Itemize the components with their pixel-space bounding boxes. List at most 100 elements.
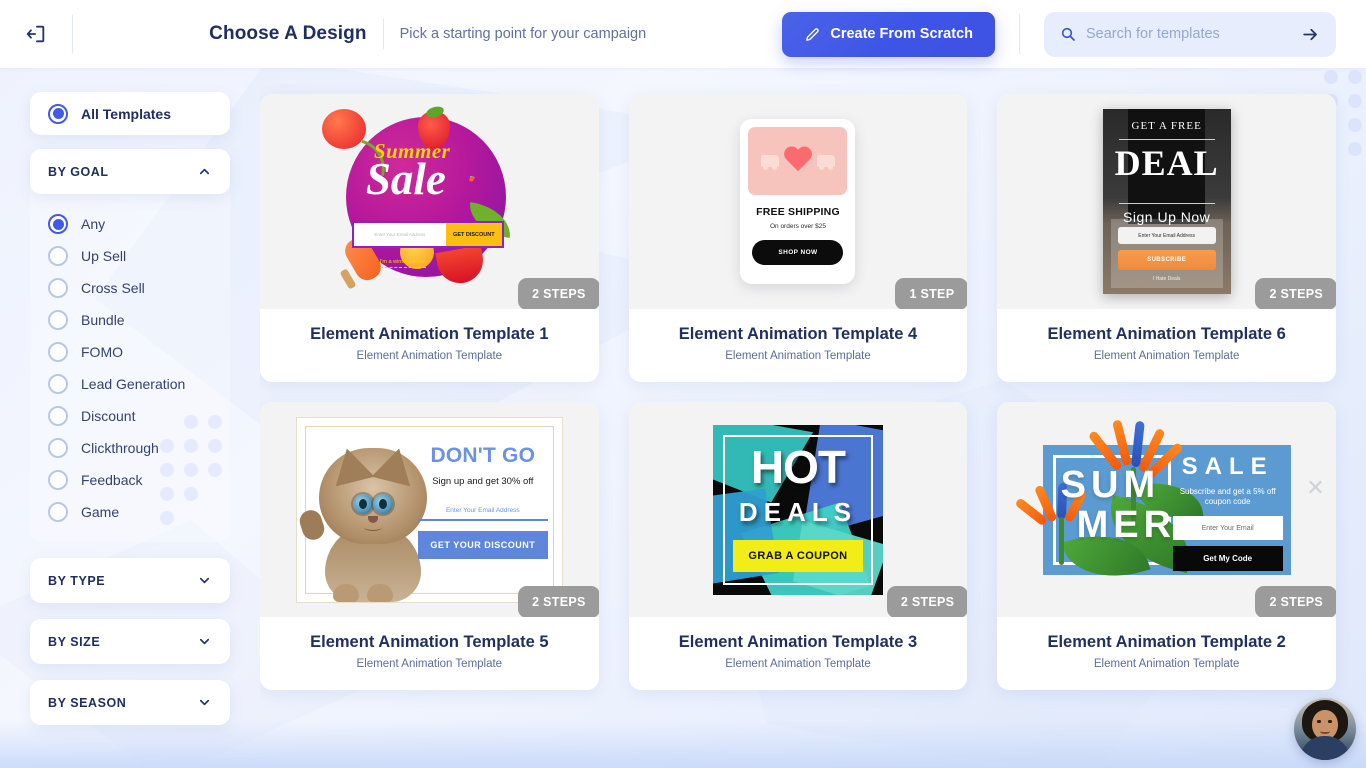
template-subtitle: Element Animation Template xyxy=(1093,350,1240,362)
filter-option-label: Lead Generation xyxy=(81,376,186,392)
pencil-icon xyxy=(806,27,820,41)
art-eyebrow: GET A FREE xyxy=(1131,120,1202,132)
filter-option-fomo[interactable]: FOMO xyxy=(30,336,230,368)
steps-badge: 2 STEPS xyxy=(518,278,599,309)
template-card[interactable]: GET A FREE DEAL Sign Up Now Enter Your E… xyxy=(997,94,1336,382)
filter-sidebar: All Templates BY GOAL Any Up Sell Cross … xyxy=(0,68,260,768)
chevron-down-icon xyxy=(199,577,210,584)
template-subtitle: Element Animation Template xyxy=(1093,658,1240,670)
art-email-placeholder: Enter Your Email Address xyxy=(1117,227,1216,244)
template-title: Element Animation Template 4 xyxy=(678,325,918,343)
template-card[interactable]: SUM MER SALE Subscribe and get a 5% off … xyxy=(997,402,1336,690)
template-subtitle: Element Animation Template xyxy=(725,658,871,670)
chevron-up-icon xyxy=(199,168,210,175)
search-input[interactable] xyxy=(1086,26,1291,42)
create-from-scratch-button[interactable]: Create From Scratch xyxy=(782,11,995,57)
exit-left-icon xyxy=(26,25,45,43)
art-cta: Get My Code xyxy=(1172,546,1283,572)
template-title: Element Animation Template 6 xyxy=(1047,325,1286,343)
header-actions: Create From Scratch xyxy=(782,11,1366,57)
steps-badge: 2 STEPS xyxy=(1255,278,1336,309)
create-from-scratch-label: Create From Scratch xyxy=(830,26,973,42)
chevron-down-icon xyxy=(199,699,210,706)
search-submit-button[interactable] xyxy=(1301,25,1320,44)
filter-option-up-sell[interactable]: Up Sell xyxy=(30,240,230,272)
all-templates-label: All Templates xyxy=(81,105,171,122)
filter-group-title: BY SIZE xyxy=(48,634,101,649)
art-email-placeholder: Enter Your Email Address xyxy=(445,506,520,514)
radio-icon xyxy=(48,502,68,522)
steps-badge: 1 STEP xyxy=(895,278,968,309)
template-meta: Element Animation Template 4 Element Ani… xyxy=(629,309,968,382)
filter-option-label: Bundle xyxy=(81,312,125,328)
filter-option-clickthrough[interactable]: Clickthrough xyxy=(30,432,230,464)
radio-icon xyxy=(48,246,68,266)
art-headline-big: Sale xyxy=(365,154,446,204)
filter-group-header-by-size[interactable]: BY SIZE xyxy=(30,619,230,664)
template-title: Element Animation Template 2 xyxy=(1047,633,1286,651)
template-subtitle: Element Animation Template xyxy=(725,350,871,362)
support-chat-avatar[interactable] xyxy=(1294,698,1356,760)
page-subtitle: Pick a starting point for your campaign xyxy=(399,26,647,42)
thumb-art-free-shipping: FREE SHIPPING On orders over $25 SHOP NO… xyxy=(740,119,856,284)
search-icon xyxy=(1061,27,1075,41)
filter-option-game[interactable]: Game xyxy=(30,496,230,528)
template-subtitle: Element Animation Template xyxy=(356,658,503,670)
radio-icon xyxy=(48,470,68,490)
art-headline: FREE SHIPPING xyxy=(756,206,840,218)
thumb-art-summer-sale: Summer Sale Enter Your Email Address GET… xyxy=(321,104,537,294)
search-box[interactable] xyxy=(1044,11,1336,57)
filter-option-lead-generation[interactable]: Lead Generation xyxy=(30,368,230,400)
template-grid: Summer Sale Enter Your Email Address GET… xyxy=(260,94,1336,690)
template-card[interactable]: FREE SHIPPING On orders over $25 SHOP NO… xyxy=(628,94,968,382)
thumb-art-hot-deals: HOT DEALS GRAB A COUPON xyxy=(712,424,883,595)
template-meta: Element Animation Template 2 Element Ani… xyxy=(997,617,1336,690)
art-headline-bottom: MER xyxy=(1076,503,1177,546)
filter-option-cross-sell[interactable]: Cross Sell xyxy=(30,272,230,304)
filter-all-templates[interactable]: All Templates xyxy=(30,92,230,135)
chevron-down-icon xyxy=(199,638,210,645)
radio-icon xyxy=(48,342,68,362)
filter-option-label: Up Sell xyxy=(81,248,127,264)
steps-badge: 2 STEPS xyxy=(886,586,968,617)
art-cta: GET YOUR DISCOUNT xyxy=(417,530,548,559)
thumb-art-summer-sale-blue: SUM MER SALE Subscribe and get a 5% off … xyxy=(1014,418,1325,591)
filter-option-label: Game xyxy=(81,504,120,520)
thumb-art-get-a-free-deal: GET A FREE DEAL Sign Up Now Enter Your E… xyxy=(1102,109,1231,294)
filter-option-label: Discount xyxy=(81,408,136,424)
template-card[interactable]: Summer Sale Enter Your Email Address GET… xyxy=(260,94,599,382)
template-meta: Element Animation Template 1 Element Ani… xyxy=(260,309,599,382)
filter-group-header-by-goal[interactable]: BY GOAL xyxy=(30,149,230,194)
header-title-area: Choose A Design Pick a starting point fo… xyxy=(73,19,782,49)
filter-option-feedback[interactable]: Feedback xyxy=(30,464,230,496)
filter-option-any[interactable]: Any xyxy=(30,208,230,240)
art-cta: SHOP NOW xyxy=(752,240,844,265)
template-meta: Element Animation Template 6 Element Ani… xyxy=(997,309,1336,382)
art-decline: I Hate Deals xyxy=(1152,276,1181,282)
filter-option-label: Feedback xyxy=(81,472,143,488)
template-grid-area: Summer Sale Enter Your Email Address GET… xyxy=(260,68,1366,768)
filter-option-discount[interactable]: Discount xyxy=(30,400,230,432)
art-headline-bottom: DEALS xyxy=(738,496,858,527)
art-cta: GET DISCOUNT xyxy=(445,223,502,246)
thumb-art-dont-go: DON'T GO Sign up and get 30% off Enter Y… xyxy=(295,416,563,603)
radio-icon xyxy=(48,406,68,426)
template-title: Element Animation Template 5 xyxy=(310,633,549,651)
template-meta: Element Animation Template 5 Element Ani… xyxy=(260,617,599,690)
truck-icon xyxy=(760,155,779,170)
art-headline-top: SUM xyxy=(1060,463,1161,506)
filter-group-header-by-season[interactable]: BY SEASON xyxy=(30,680,230,725)
art-email-placeholder: Enter Your Email xyxy=(1172,516,1283,541)
filter-option-bundle[interactable]: Bundle xyxy=(30,304,230,336)
template-subtitle: Element Animation Template xyxy=(356,350,503,362)
filter-group-title: BY GOAL xyxy=(48,164,109,179)
template-card[interactable]: DON'T GO Sign up and get 30% off Enter Y… xyxy=(260,402,599,690)
template-thumbnail: SUM MER SALE Subscribe and get a 5% off … xyxy=(997,402,1336,617)
art-headline-top: HOT xyxy=(750,440,846,493)
filter-group-title: BY TYPE xyxy=(48,573,106,588)
page-title: Choose A Design xyxy=(209,23,367,44)
filter-group-header-by-type[interactable]: BY TYPE xyxy=(30,558,230,603)
exit-button[interactable] xyxy=(0,0,72,68)
template-card[interactable]: HOT DEALS GRAB A COUPON 2 STEPS Element … xyxy=(628,402,968,690)
template-title: Element Animation Template 1 xyxy=(310,325,549,343)
